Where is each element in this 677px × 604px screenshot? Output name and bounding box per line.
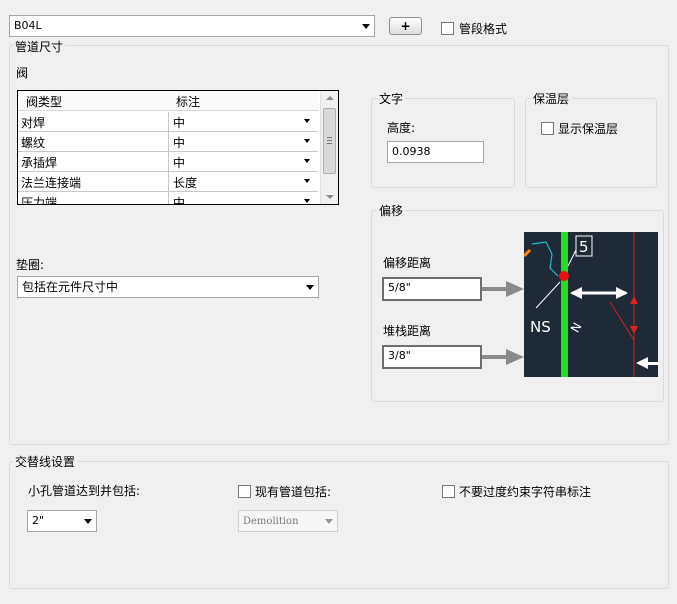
table-header: 阀类型 标注 (18, 91, 318, 111)
right-arrow-icon (506, 349, 524, 365)
pipe-size-title: 管道尺寸 (13, 38, 66, 55)
label-cell[interactable]: 长度 (173, 174, 197, 191)
chevron-down-icon (325, 519, 333, 524)
height-input[interactable]: 0.0938 (387, 141, 484, 163)
label-cell[interactable]: 中 (173, 194, 185, 204)
valve-type-cell: 压力端 (21, 196, 58, 205)
chevron-down-icon (362, 24, 370, 29)
gasket-combobox[interactable]: 包括在元件尺寸中 (17, 276, 319, 298)
label-cell[interactable]: 中 (173, 154, 185, 171)
small-bore-combobox[interactable]: 2" (27, 510, 97, 532)
valve-type-cell: 螺纹 (21, 136, 46, 150)
small-bore-value: 2" (32, 514, 45, 527)
scrollbar-thumb[interactable] (323, 108, 336, 174)
table-row[interactable]: 螺纹 中 (18, 132, 318, 152)
right-arrow-icon (506, 281, 524, 297)
small-bore-label: 小孔管道达到并包括: (28, 484, 141, 498)
show-insulation-checkbox[interactable] (541, 122, 554, 135)
gasket-value: 包括在元件尺寸中 (22, 280, 119, 294)
offset-preview-image: 5 NS N (524, 232, 658, 377)
chevron-down-icon (84, 519, 92, 524)
stack-distance-label: 堆栈距离 (383, 324, 432, 338)
insulation-group (525, 98, 657, 188)
scroll-down-icon[interactable] (326, 195, 334, 199)
existing-pipe-checkbox[interactable] (238, 485, 251, 498)
table-row[interactable]: 对焊 中 (18, 112, 318, 132)
gasket-label: 垫圈: (16, 258, 45, 272)
header-label: 标注 (176, 95, 201, 109)
table-row[interactable]: 法兰连接端 长度 (18, 172, 318, 192)
offset-distance-input[interactable]: 5/8" (382, 277, 482, 301)
show-insulation-label: 显示保温层 (558, 122, 619, 136)
text-group-title: 文字 (377, 90, 406, 107)
no-overconstrain-checkbox[interactable] (442, 485, 455, 498)
stack-distance-input[interactable]: 3/8" (382, 345, 482, 369)
chevron-down-icon[interactable] (304, 159, 310, 163)
spec-value: B04L (14, 19, 42, 32)
segment-format-checkbox[interactable] (441, 22, 454, 35)
chevron-down-icon[interactable] (304, 179, 310, 183)
chevron-down-icon[interactable] (304, 139, 310, 143)
offset-group-title: 偏移 (377, 202, 406, 219)
table-row[interactable]: 压力端 中 (18, 192, 318, 205)
scroll-up-icon[interactable] (326, 96, 334, 100)
add-button[interactable]: + (389, 17, 422, 35)
table-scrollbar[interactable] (320, 91, 338, 204)
existing-pipe-combobox[interactable]: Demolition (238, 510, 338, 532)
preview-ns-label: NS (530, 318, 551, 336)
chevron-down-icon[interactable] (304, 199, 310, 203)
valve-type-cell: 承插焊 (21, 156, 58, 170)
alt-line-title: 交替线设置 (13, 453, 78, 470)
existing-pipe-label: 现有管道包括: (255, 485, 332, 499)
preview-tag: 5 (579, 238, 589, 256)
height-label: 高度: (387, 121, 416, 135)
no-overconstrain-label: 不要过度约束字符串标注 (459, 485, 592, 499)
spec-combobox[interactable]: B04L (9, 15, 375, 37)
valve-type-cell: 法兰连接端 (21, 176, 82, 190)
table-row[interactable]: 承插焊 中 (18, 152, 318, 172)
valve-table: 阀类型 标注 对焊 中 螺纹 中 承插焊 中 法兰连接端 长度 压力端 中 (17, 90, 339, 205)
valve-type-cell: 对焊 (21, 116, 46, 130)
existing-pipe-value: Demolition (243, 516, 299, 527)
label-cell[interactable]: 中 (173, 134, 185, 151)
chevron-down-icon (306, 285, 314, 290)
header-valve-type: 阀类型 (26, 95, 63, 109)
chevron-down-icon[interactable] (304, 119, 310, 123)
valve-label: 阀 (16, 66, 29, 80)
offset-distance-label: 偏移距离 (383, 256, 432, 270)
alt-line-group (9, 461, 669, 589)
label-cell[interactable]: 中 (173, 114, 185, 131)
segment-format-label: 管段格式 (459, 22, 508, 36)
insulation-group-title: 保温层 (531, 90, 572, 107)
